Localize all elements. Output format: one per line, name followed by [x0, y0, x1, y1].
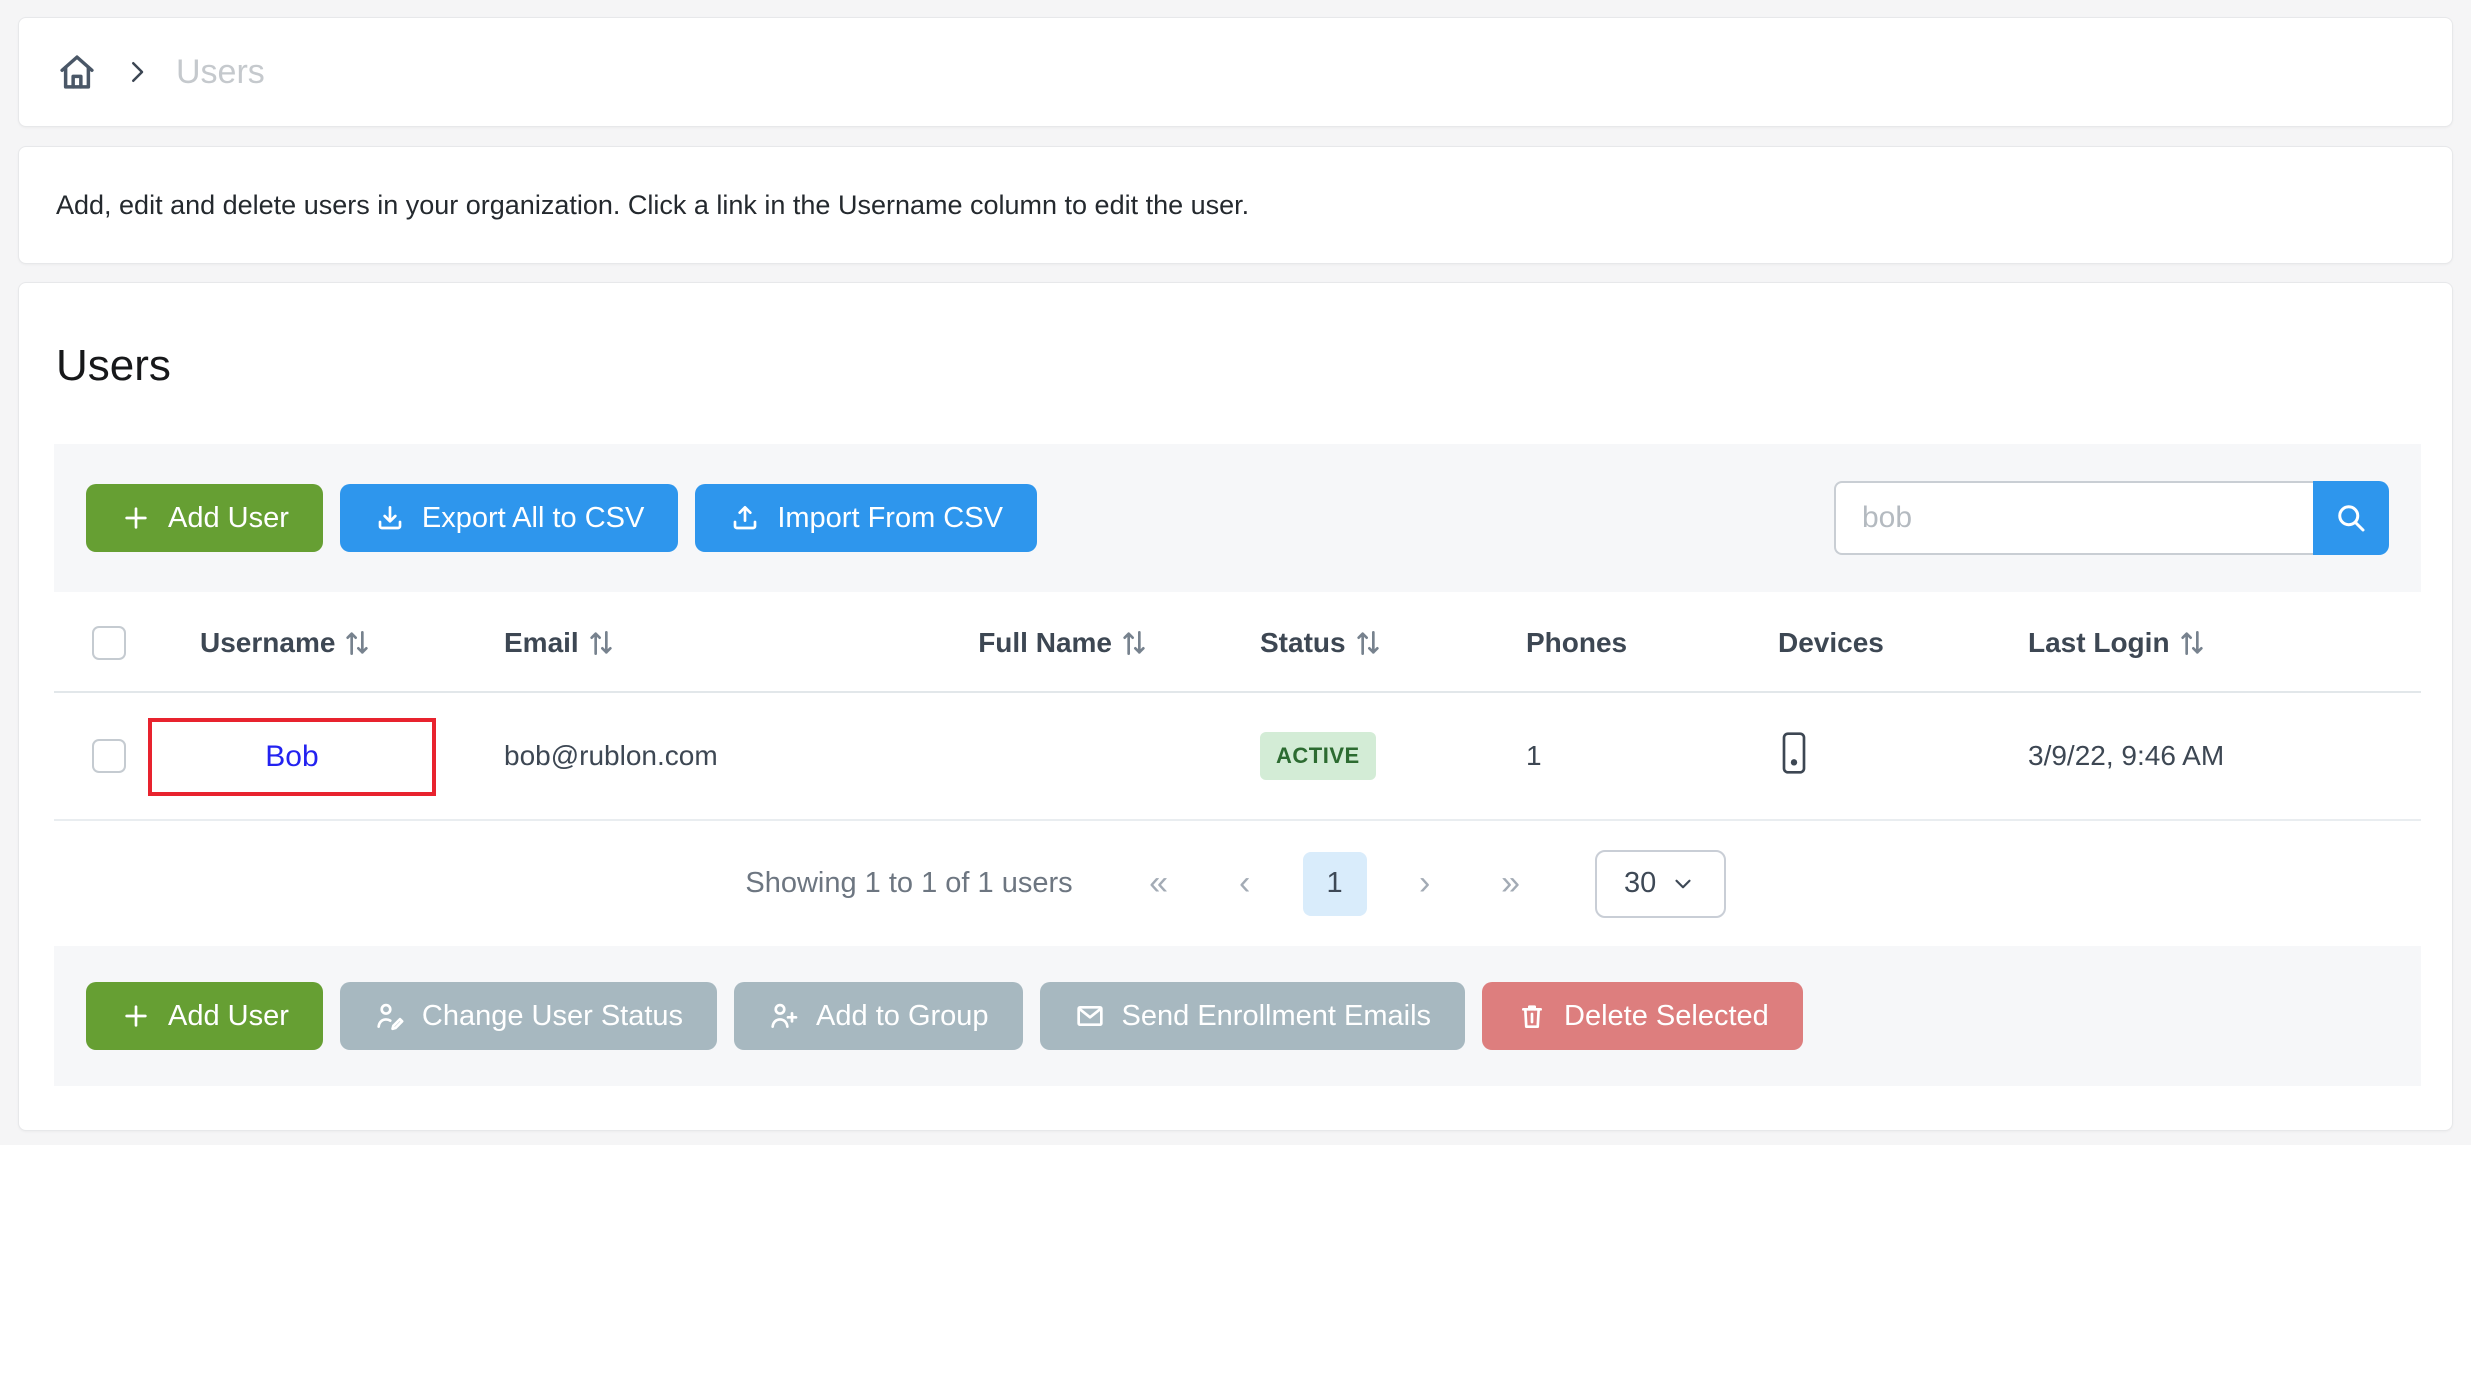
search-icon [2333, 500, 2369, 536]
import-csv-label: Import From CSV [777, 502, 1003, 535]
column-header-devices: Devices [1748, 627, 1998, 659]
smartphone-icon [1778, 728, 1810, 778]
first-page-button[interactable]: « [1131, 856, 1187, 912]
column-label: Full Name [978, 627, 1112, 659]
row-checkbox[interactable] [92, 739, 126, 773]
column-header-status[interactable]: Status [1208, 627, 1498, 659]
users-table: Username Email Full Name [54, 595, 2421, 821]
chevron-down-icon [1670, 871, 1696, 897]
phones-cell: 1 [1498, 740, 1748, 772]
send-enrollment-emails-label: Send Enrollment Emails [1122, 1000, 1431, 1033]
column-header-lastlogin[interactable]: Last Login [1998, 627, 2421, 659]
info-banner-text: Add, edit and delete users in your organ… [56, 190, 1249, 221]
home-icon[interactable] [56, 51, 98, 93]
download-icon [374, 502, 406, 534]
envelope-icon [1074, 1000, 1106, 1032]
delete-selected-label: Delete Selected [1564, 1000, 1769, 1033]
username-link[interactable]: Bob [265, 740, 318, 774]
bottom-toolbar: Add User Change User Status [54, 946, 2421, 1086]
plus-icon [120, 1000, 152, 1032]
info-banner-card: Add, edit and delete users in your organ… [18, 146, 2453, 264]
select-all-checkbox[interactable] [92, 626, 126, 660]
change-user-status-button[interactable]: Change User Status [340, 982, 717, 1050]
column-label: Last Login [2028, 627, 2170, 659]
column-header-fullname[interactable]: Full Name [928, 627, 1208, 659]
search-input[interactable] [1834, 481, 2313, 555]
breadcrumb-current: Users [176, 53, 265, 92]
next-page-button[interactable]: › [1397, 856, 1453, 912]
table-header-row: Username Email Full Name [54, 595, 2421, 693]
devices-cell [1748, 728, 1998, 785]
prev-page-button[interactable]: ‹ [1217, 856, 1273, 912]
column-header-email[interactable]: Email [468, 627, 928, 659]
upload-icon [729, 502, 761, 534]
column-label: Status [1260, 627, 1346, 659]
trash-icon [1516, 1000, 1548, 1032]
sort-icon [343, 627, 371, 659]
column-label: Username [200, 627, 335, 659]
table-row: bob@rublon.com ACTIVE 1 3/9/22, 9:46 AM [54, 693, 2421, 821]
email-cell: bob@rublon.com [468, 740, 928, 772]
breadcrumb: Users [19, 18, 2452, 126]
import-csv-button[interactable]: Import From CSV [695, 484, 1037, 552]
add-to-group-label: Add to Group [816, 1000, 989, 1033]
search-button[interactable] [2313, 481, 2389, 555]
pagination-summary: Showing 1 to 1 of 1 users [745, 867, 1072, 900]
sort-icon [2178, 627, 2206, 659]
status-cell: ACTIVE [1208, 732, 1498, 780]
add-user-label: Add User [168, 502, 289, 535]
breadcrumb-card: Users [18, 17, 2453, 127]
annotation-highlight-box: Bob [148, 718, 436, 796]
last-page-button[interactable]: » [1483, 856, 1539, 912]
column-label: Email [504, 627, 579, 659]
add-user-button-bottom[interactable]: Add User [86, 982, 323, 1050]
export-csv-label: Export All to CSV [422, 502, 644, 535]
add-user-label: Add User [168, 1000, 289, 1033]
search-group [1834, 481, 2389, 555]
column-label: Phones [1526, 627, 1627, 659]
sort-icon [1120, 627, 1148, 659]
add-to-group-button[interactable]: Add to Group [734, 982, 1023, 1050]
send-enrollment-emails-button[interactable]: Send Enrollment Emails [1040, 982, 1465, 1050]
plus-icon [120, 502, 152, 534]
app-window: Users Add, edit and delete users in your… [0, 0, 2471, 1373]
delete-selected-button[interactable]: Delete Selected [1482, 982, 1803, 1050]
user-edit-icon [374, 1000, 406, 1032]
column-header-phones: Phones [1498, 627, 1748, 659]
lastlogin-cell: 3/9/22, 9:46 AM [1998, 740, 2421, 772]
change-user-status-label: Change User Status [422, 1000, 683, 1033]
page-size-value: 30 [1624, 867, 1656, 900]
top-toolbar: Add User Export All to CSV [54, 444, 2421, 592]
users-card: Users Add User Export All to CSV [18, 282, 2453, 1131]
page-size-select[interactable]: 30 [1595, 850, 1726, 918]
pagination: Showing 1 to 1 of 1 users « ‹ 1 › » 30 [19, 821, 2452, 946]
chevron-right-icon [122, 57, 152, 87]
column-header-username[interactable]: Username [164, 627, 468, 659]
status-badge: ACTIVE [1260, 732, 1376, 780]
user-plus-icon [768, 1000, 800, 1032]
sort-icon [587, 627, 615, 659]
export-csv-button[interactable]: Export All to CSV [340, 484, 678, 552]
column-label: Devices [1778, 627, 1884, 659]
sort-icon [1354, 627, 1382, 659]
page-title: Users [56, 341, 171, 391]
current-page-button[interactable]: 1 [1303, 852, 1367, 916]
add-user-button[interactable]: Add User [86, 484, 323, 552]
